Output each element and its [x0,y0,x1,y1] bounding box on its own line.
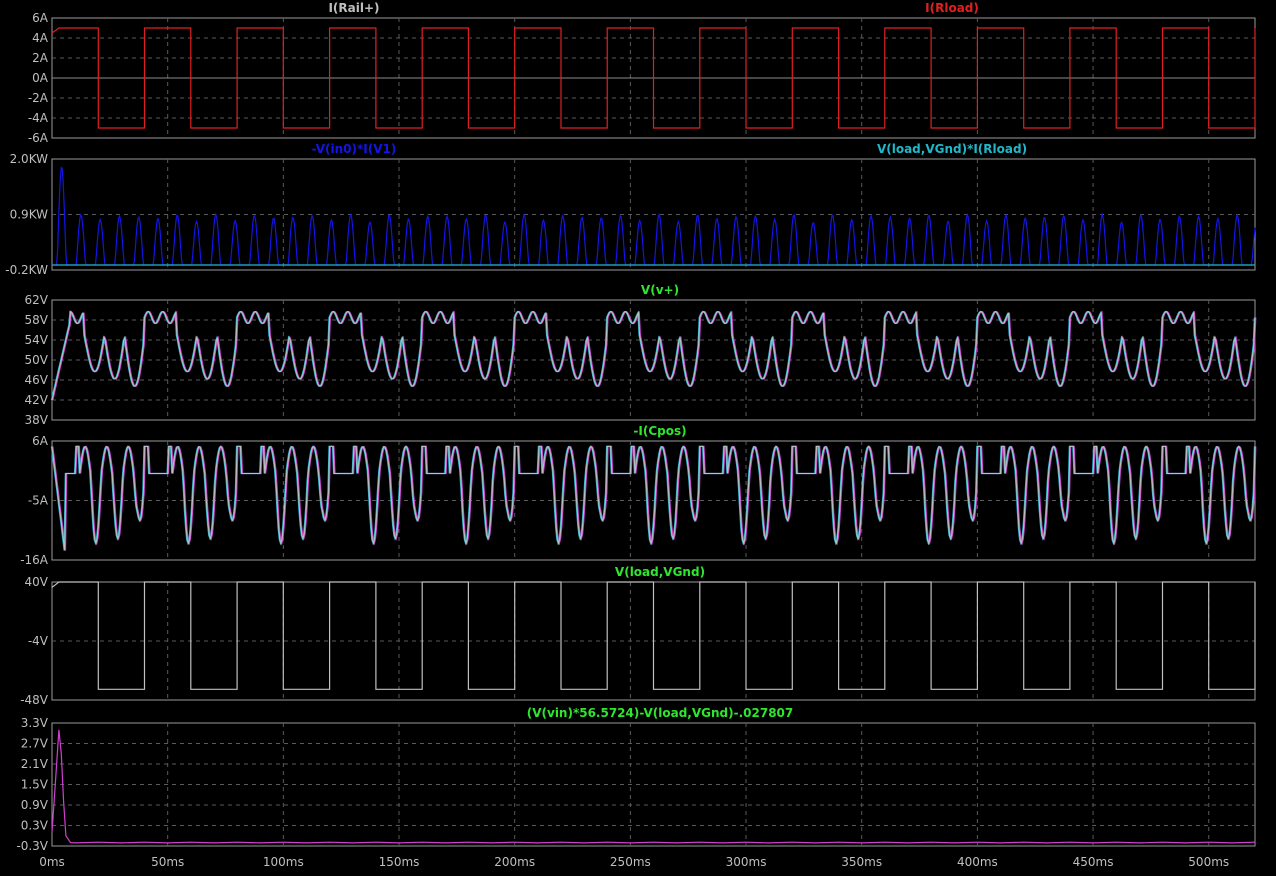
y-tick-label: 42V [25,393,49,407]
x-tick-label: 0ms [39,855,65,869]
trace-label: I(Rail+) [328,1,379,15]
y-tick-label: 0.9KW [10,208,49,222]
panel-3: 62V 58V 54V 50V 46V 42V 38V V(v+) [25,283,1257,427]
waveform-viewer: 6A 4A 2A 0A -2A -4A -6A I(Rail+) I(Rload) 2.0KW 0.… [0,0,1276,872]
y-tick-label: 2.0KW [10,152,49,166]
x-tick-label: 300ms [726,855,767,869]
trace-label: V(load,VGnd)*I(Rload) [877,142,1027,156]
y-tick-label: 3.3V [21,716,49,730]
x-tick-label: 100ms [263,855,304,869]
trace-label: I(Rload) [925,1,979,15]
y-tick-label: -0.2KW [5,263,48,277]
y-tick-label: 6A [32,11,49,25]
y-tick-label: 62V [25,293,49,307]
y-tick-label: 46V [25,373,49,387]
y-tick-label: 6A [32,434,49,448]
y-tick-label: -0.3V [16,839,48,853]
y-tick-label: -4A [28,111,49,125]
series-line-overlay [52,310,1257,401]
x-tick-label: 50ms [151,855,184,869]
trace-label: V(v+) [641,283,679,297]
y-tick-label: -5A [28,494,49,508]
y-tick-label: 0A [32,71,49,85]
trace-label: -I(Cpos) [633,424,686,438]
y-tick-label: 2.7V [21,737,49,751]
y-tick-label: 4A [32,31,49,45]
y-tick-label: 54V [25,333,49,347]
x-tick-label: 450ms [1073,855,1114,869]
series-line [52,166,1256,266]
y-tick-label: 40V [25,575,49,589]
y-tick-label: 0.9V [21,798,49,812]
x-tick-label: 200ms [494,855,535,869]
panel-2: 2.0KW 0.9KW -0.2KW -V(in0)*I(V1) V(load,VGnd… [5,142,1256,277]
y-tick-label: 2.1V [21,757,49,771]
trace-label: (V(vin)*56.5724)-V(load,VGnd)-.027807 [527,706,794,720]
waveform-plot-area[interactable]: 6A 4A 2A 0A -2A -4A -6A I(Rail+) I(Rload) 2.0KW 0.… [0,0,1276,872]
x-tick-label: 250ms [610,855,651,869]
panel-1: 6A 4A 2A 0A -2A -4A -6A I(Rail+) I(Rload) [28,1,1256,145]
trace-label: V(load,VGnd) [615,565,705,579]
panel-5: 40V -4V -48V V(load,VGnd) [20,565,1256,707]
series-line [51,310,1256,401]
y-tick-label: -6A [28,131,49,145]
y-tick-label: -4V [28,634,49,648]
y-tick-label: -2A [28,91,49,105]
y-tick-label: 2A [32,51,49,65]
y-tick-label: 50V [25,353,49,367]
y-tick-label: 1.5V [21,778,49,792]
x-tick-label: 400ms [957,855,998,869]
panel-6: 3.3V 2.7V 2.1V 1.5V 0.9V 0.3V -0.3V (V(vin)*56.… [16,706,1256,853]
y-tick-label: 0.3V [21,819,49,833]
series-line [51,581,1256,690]
panel-4: 6A -5A -16A -I(Cpos) [20,424,1257,567]
series-line-overlay [50,310,1255,401]
y-tick-label: 58V [25,313,49,327]
y-tick-label: 38V [25,413,49,427]
y-tick-label: -16A [20,553,49,567]
trace-label: -V(in0)*I(V1) [312,142,397,156]
x-tick-label: 500ms [1188,855,1229,869]
x-tick-label: 350ms [841,855,882,869]
y-tick-label: -48V [20,693,49,707]
x-tick-label: 150ms [379,855,420,869]
